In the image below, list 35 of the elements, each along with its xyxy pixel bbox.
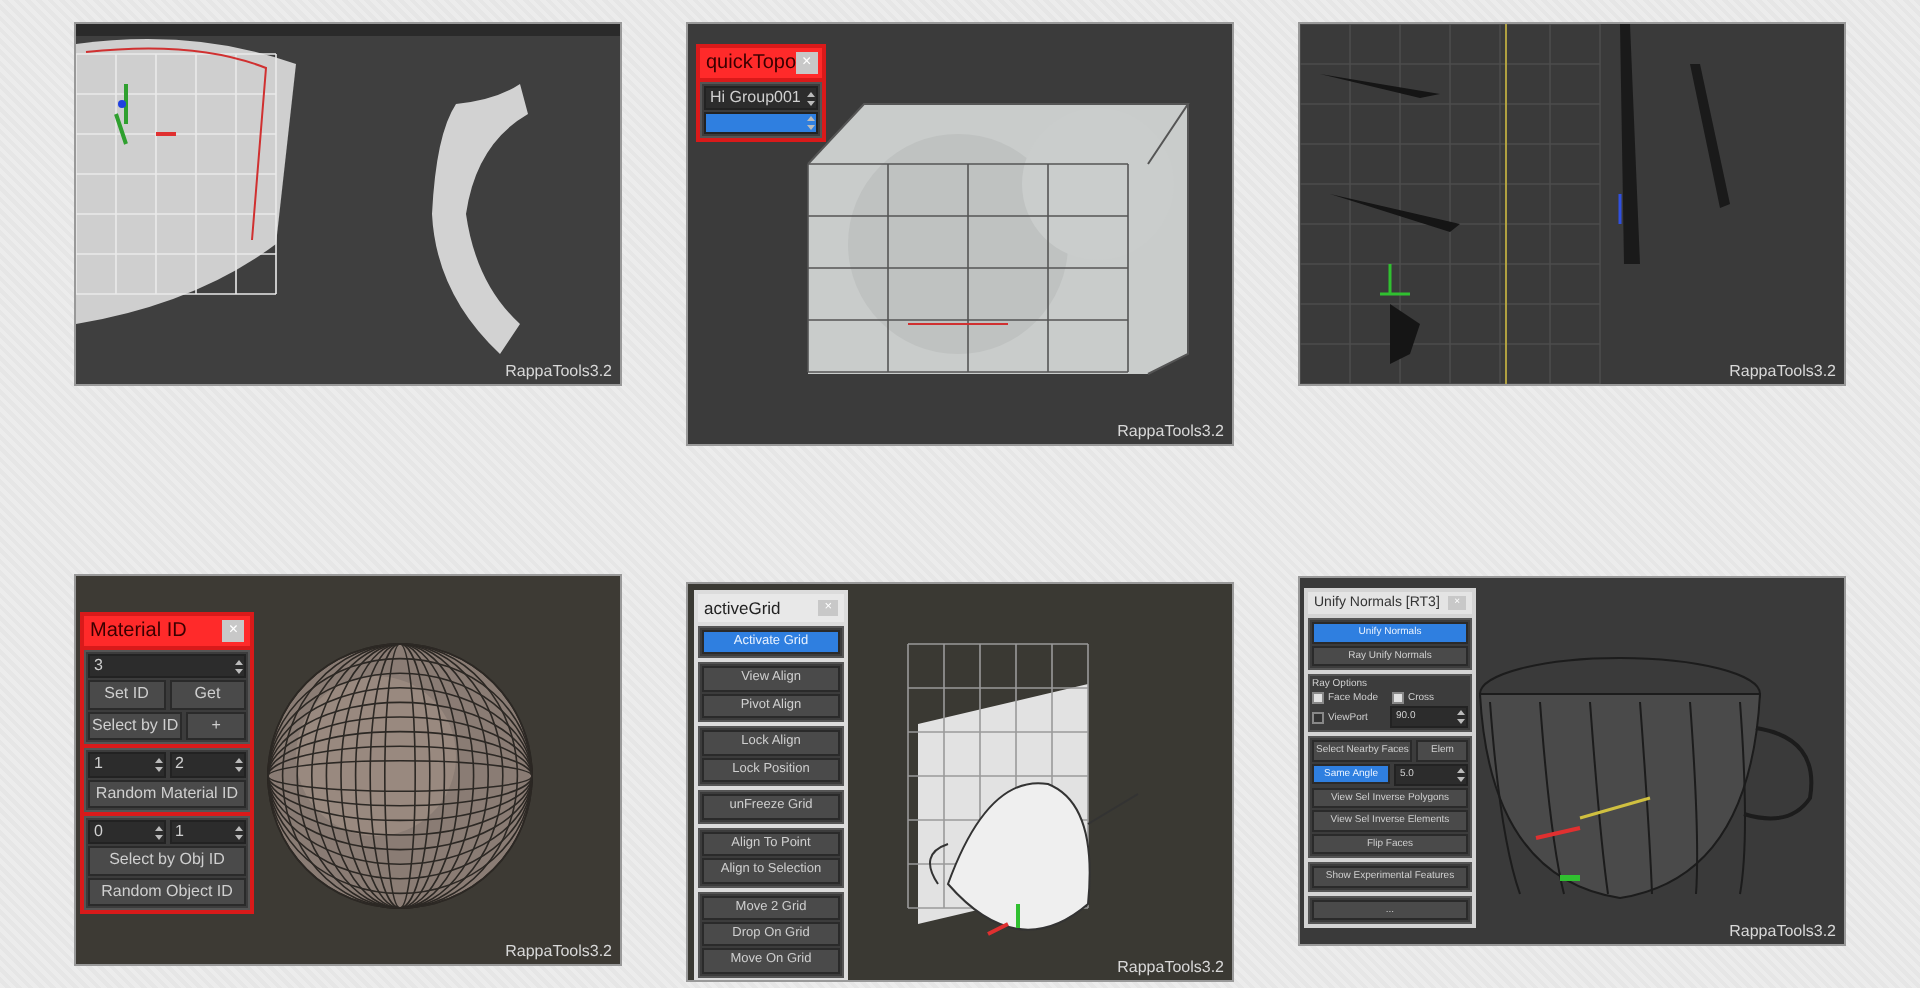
- spinner-arrows-icon[interactable]: [806, 89, 817, 108]
- watermark-label: RappaTools3.2: [1729, 922, 1836, 940]
- dialog-title: quickTopo: [706, 52, 797, 74]
- checkbox-icon[interactable]: [1312, 692, 1324, 704]
- tool-button[interactable]: Select by Obj ID: [88, 846, 246, 876]
- spinner-arrows-icon[interactable]: [806, 114, 816, 133]
- tool-button[interactable]: Random Material ID: [88, 779, 246, 808]
- checkbox-icon[interactable]: [1312, 711, 1324, 723]
- spinner-arrows-icon[interactable]: [234, 755, 244, 774]
- dialog-title: activeGrid: [704, 598, 781, 618]
- watermark-label: RappaTools3.2: [505, 942, 612, 960]
- spinner-arrows-icon[interactable]: [1456, 765, 1466, 783]
- spinner-field[interactable]: 1: [88, 752, 165, 778]
- tool-button[interactable]: Random Object ID: [88, 877, 246, 907]
- tool-button[interactable]: +: [186, 711, 246, 741]
- tool-button[interactable]: Get: [169, 680, 246, 710]
- tool-button[interactable]: Set ID: [88, 680, 165, 710]
- checkbox-icon[interactable]: [1392, 692, 1404, 704]
- spinner-field[interactable]: [704, 112, 818, 135]
- spinner-field[interactable]: 2: [169, 752, 246, 778]
- spinner-field[interactable]: 1: [169, 819, 246, 845]
- spinner-field[interactable]: 0: [88, 819, 165, 845]
- spinner-arrows-icon[interactable]: [153, 755, 163, 774]
- watermark-label: RappaTools3.2: [1117, 422, 1224, 440]
- spinner-field[interactable]: 3: [88, 654, 246, 679]
- spinner-field[interactable]: Hi Group001: [704, 86, 819, 111]
- spinner-arrows-icon[interactable]: [153, 823, 163, 842]
- watermark-label: RappaTools3.2: [1117, 958, 1224, 976]
- tool-button[interactable]: Select by ID: [88, 711, 183, 741]
- watermark-label: RappaTools3.2: [505, 362, 612, 380]
- dialog-title: Material ID: [90, 620, 187, 642]
- watermark-label: RappaTools3.2: [1729, 362, 1836, 380]
- spinner-arrows-icon[interactable]: [234, 823, 244, 842]
- spinner-arrows-icon[interactable]: [234, 657, 244, 676]
- spinner-arrows-icon[interactable]: [1456, 708, 1466, 726]
